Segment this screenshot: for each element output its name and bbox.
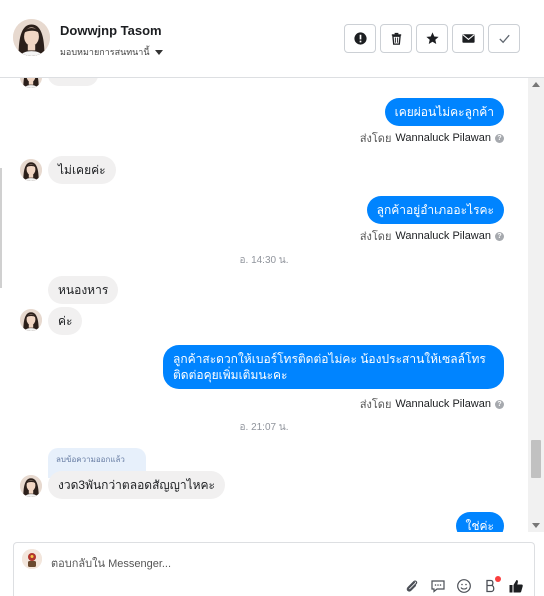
header-actions [344, 24, 520, 53]
message-thread[interactable]: เคยผ่อนไม่คะลูกค้า ส่งโดย Wannaluck Pila… [0, 78, 528, 532]
incoming-message[interactable]: ค่ะ [48, 307, 83, 335]
thread-left-border [0, 168, 2, 288]
conversation-header: Dowwjnp Tasom มอบหมายการสนทนานี้ [0, 0, 544, 78]
sent-by-label: ส่งโดย Wannaluck Pilawan ? [360, 227, 504, 245]
message-avatar [20, 309, 42, 331]
timestamp-divider: อ. 21:07 น. [239, 422, 289, 433]
clipped-message-bubble [48, 78, 98, 86]
star-icon [425, 32, 439, 45]
message-avatar [20, 475, 42, 497]
mail-button[interactable] [452, 24, 484, 53]
report-button[interactable] [344, 24, 376, 53]
scroll-down-arrow-icon[interactable] [532, 523, 540, 528]
envelope-icon [461, 34, 475, 43]
assign-label: มอบหมายการสนทนานี้ [60, 47, 150, 57]
star-button[interactable] [416, 24, 448, 53]
sent-by-prefix: ส่งโดย [359, 133, 392, 145]
composer-toolbar [404, 576, 524, 594]
sent-by-label: ส่งโดย Wannaluck Pilawan ? [360, 129, 504, 147]
scrollbar-thumb[interactable] [531, 440, 541, 478]
exclamation-icon [353, 32, 367, 45]
question-icon[interactable]: ? [495, 399, 504, 409]
delete-button[interactable] [380, 24, 412, 53]
sender-name: Wannaluck Pilawan [395, 132, 491, 144]
outgoing-message[interactable]: ลูกค้าสะดวกให้เบอร์โทรติดต่อไม่คะ น้องปร… [163, 345, 504, 389]
timestamp-divider: อ. 14:30 น. [239, 255, 289, 266]
sender-name: Wannaluck Pilawan [395, 398, 491, 410]
sent-by-label: ส่งโดย Wannaluck Pilawan ? [360, 395, 504, 413]
done-button[interactable] [488, 24, 520, 53]
caret-down-icon [154, 49, 163, 55]
notification-dot [495, 576, 501, 582]
outgoing-message[interactable]: ใช่ค่ะ [455, 512, 504, 532]
page-avatar [22, 549, 42, 569]
emoji-icon[interactable] [456, 578, 472, 594]
sent-by-prefix: ส่งโดย [359, 231, 392, 243]
trash-icon [391, 32, 401, 45]
reply-input[interactable]: ตอบกลับใน Messenger... [13, 542, 535, 596]
paperclip-icon[interactable] [404, 578, 420, 594]
contact-avatar[interactable] [13, 19, 50, 56]
assign-conversation-dropdown[interactable]: มอบหมายการสนทนานี้ [60, 45, 163, 59]
outgoing-message[interactable]: ลูกค้าอยู่อำเภออะไรคะ [366, 196, 504, 224]
question-icon[interactable]: ? [495, 231, 504, 241]
reply-composer: ตอบกลับใน Messenger... [0, 532, 544, 596]
sent-by-prefix: ส่งโดย [359, 399, 392, 411]
message-avatar [20, 78, 42, 88]
incoming-message[interactable]: งวด3พันกว่าตลอดสัญญาไหคะ [48, 471, 225, 499]
incoming-message[interactable]: หนองหาร [48, 276, 119, 304]
reply-placeholder: ตอบกลับใน Messenger... [51, 558, 172, 570]
checkmark-icon [498, 34, 510, 44]
incoming-message[interactable]: ไม่เคยค่ะ [48, 156, 116, 184]
thread-scrollbar[interactable] [528, 78, 544, 532]
sender-name: Wannaluck Pilawan [395, 230, 491, 242]
bot-icon[interactable] [482, 576, 501, 594]
thumbs-up-icon[interactable] [508, 578, 524, 594]
contact-name[interactable]: Dowwjnp Tasom [60, 23, 162, 38]
message-avatar [20, 159, 42, 181]
question-icon[interactable]: ? [495, 133, 504, 143]
scroll-up-arrow-icon[interactable] [532, 82, 540, 87]
comment-icon[interactable] [430, 578, 446, 594]
outgoing-message[interactable]: เคยผ่อนไม่คะลูกค้า [384, 98, 504, 126]
